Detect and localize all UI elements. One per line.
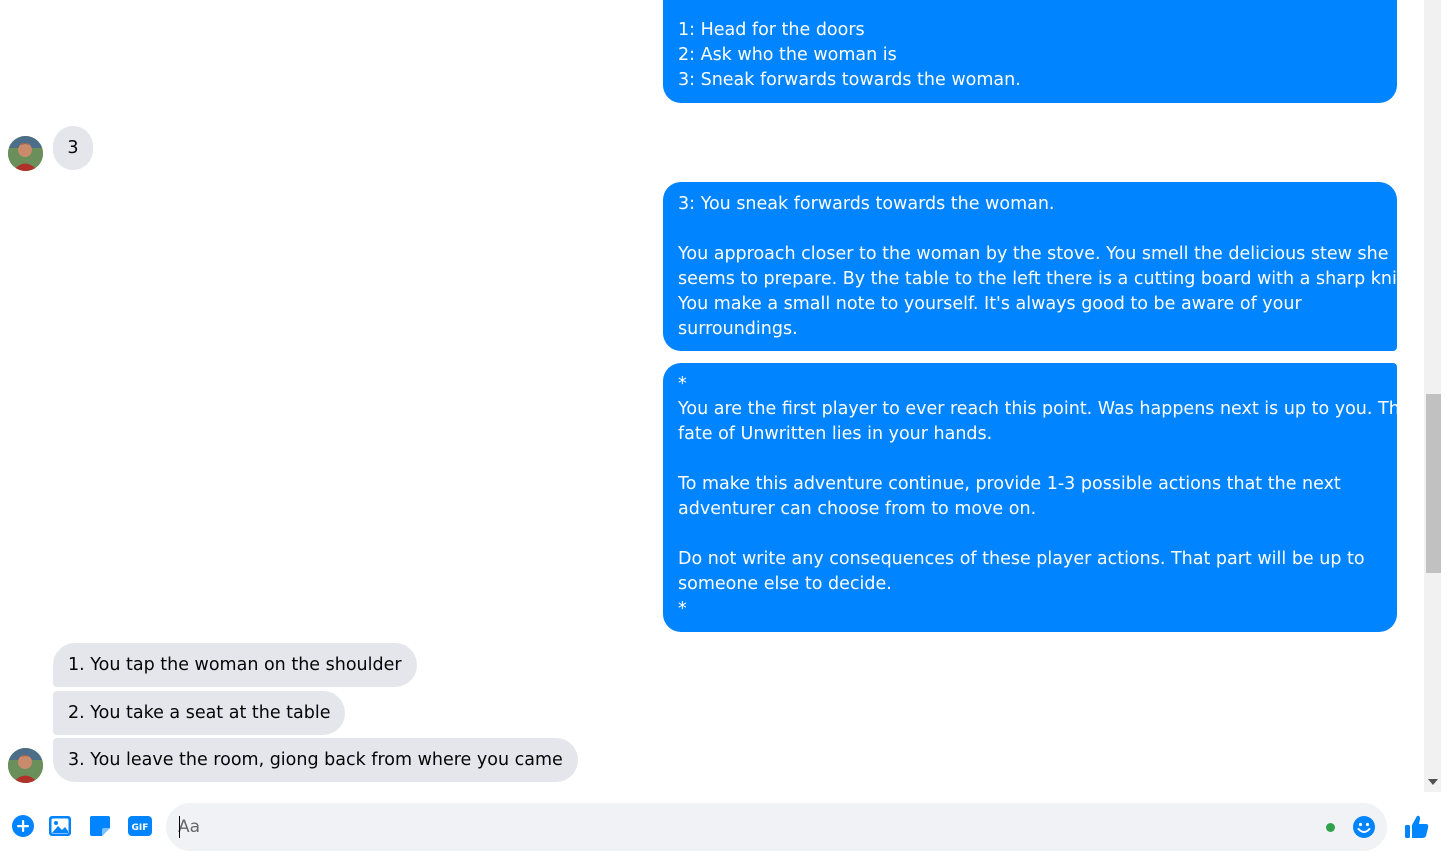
message-text: 1. You tap the woman on the shoulder — [68, 655, 402, 675]
message-line: * — [678, 374, 687, 394]
message-text: 3. You leave the room, giong back from w… — [68, 750, 563, 770]
incoming-message: 3. You leave the room, giong back from w… — [53, 738, 578, 782]
message-line: 2: Ask who the woman is — [678, 45, 897, 65]
outgoing-message: * You are the first player to ever reach… — [663, 363, 1411, 632]
user-avatar-icon — [8, 748, 43, 783]
message-line: surroundings. — [678, 319, 798, 339]
emoji-icon[interactable] — [1352, 815, 1376, 839]
message-line: To make this adventure continue, provide… — [678, 474, 1341, 494]
message-line: adventurer can choose from to move on. — [678, 499, 1037, 519]
message-line — [678, 522, 1382, 547]
message-text: 2. You take a seat at the table — [68, 703, 331, 723]
avatar[interactable] — [8, 136, 43, 171]
message-input-wrapper[interactable] — [166, 803, 1387, 851]
message-thread: 1: Head for the doors 2: Ask who the wom… — [0, 0, 1424, 792]
message-line: You are the first player to ever reach t… — [678, 399, 1411, 419]
scrollbar-thumb[interactable] — [1426, 394, 1441, 573]
image-icon[interactable] — [47, 813, 73, 839]
message-line — [678, 447, 1382, 472]
scrollbar[interactable] — [1424, 0, 1441, 792]
user-avatar-icon — [8, 136, 43, 171]
online-status-dot — [1326, 823, 1335, 832]
message-line: Do not write any consequences of these p… — [678, 549, 1365, 569]
message-line: fate of Unwritten lies in your hands. — [678, 424, 993, 444]
message-line: 3: You sneak forwards towards the woman. — [678, 194, 1055, 214]
message-line — [678, 0, 1382, 18]
incoming-message: 2. You take a seat at the table — [53, 691, 346, 735]
message-line — [678, 217, 1382, 242]
svg-text:GIF: GIF — [132, 823, 149, 833]
message-line: 1: Head for the doors — [678, 20, 865, 40]
message-line: 3: Sneak forwards towards the woman. — [678, 70, 1021, 90]
message-line: You approach closer to the woman by the … — [678, 244, 1389, 264]
message-line: seems to prepare. By the table to the le… — [678, 269, 1420, 289]
outgoing-message: 3: You sneak forwards towards the woman.… — [663, 182, 1420, 351]
message-input[interactable] — [178, 803, 1318, 851]
message-text: 3 — [67, 138, 79, 158]
thumbs-up-icon[interactable] — [1401, 812, 1431, 842]
outgoing-message: 1: Head for the doors 2: Ask who the wom… — [663, 0, 1397, 103]
sticker-icon[interactable] — [87, 813, 113, 839]
message-line: You make a small note to yourself. It's … — [678, 294, 1302, 314]
avatar[interactable] — [8, 748, 43, 783]
gif-icon[interactable]: GIF — [127, 813, 153, 839]
scroll-down-arrow-icon[interactable] — [1427, 776, 1439, 788]
message-line: * — [678, 599, 687, 619]
incoming-message: 3 — [53, 126, 93, 170]
incoming-message: 1. You tap the woman on the shoulder — [53, 643, 417, 687]
plus-circle-icon[interactable] — [10, 813, 36, 839]
message-line: someone else to decide. — [678, 574, 892, 594]
